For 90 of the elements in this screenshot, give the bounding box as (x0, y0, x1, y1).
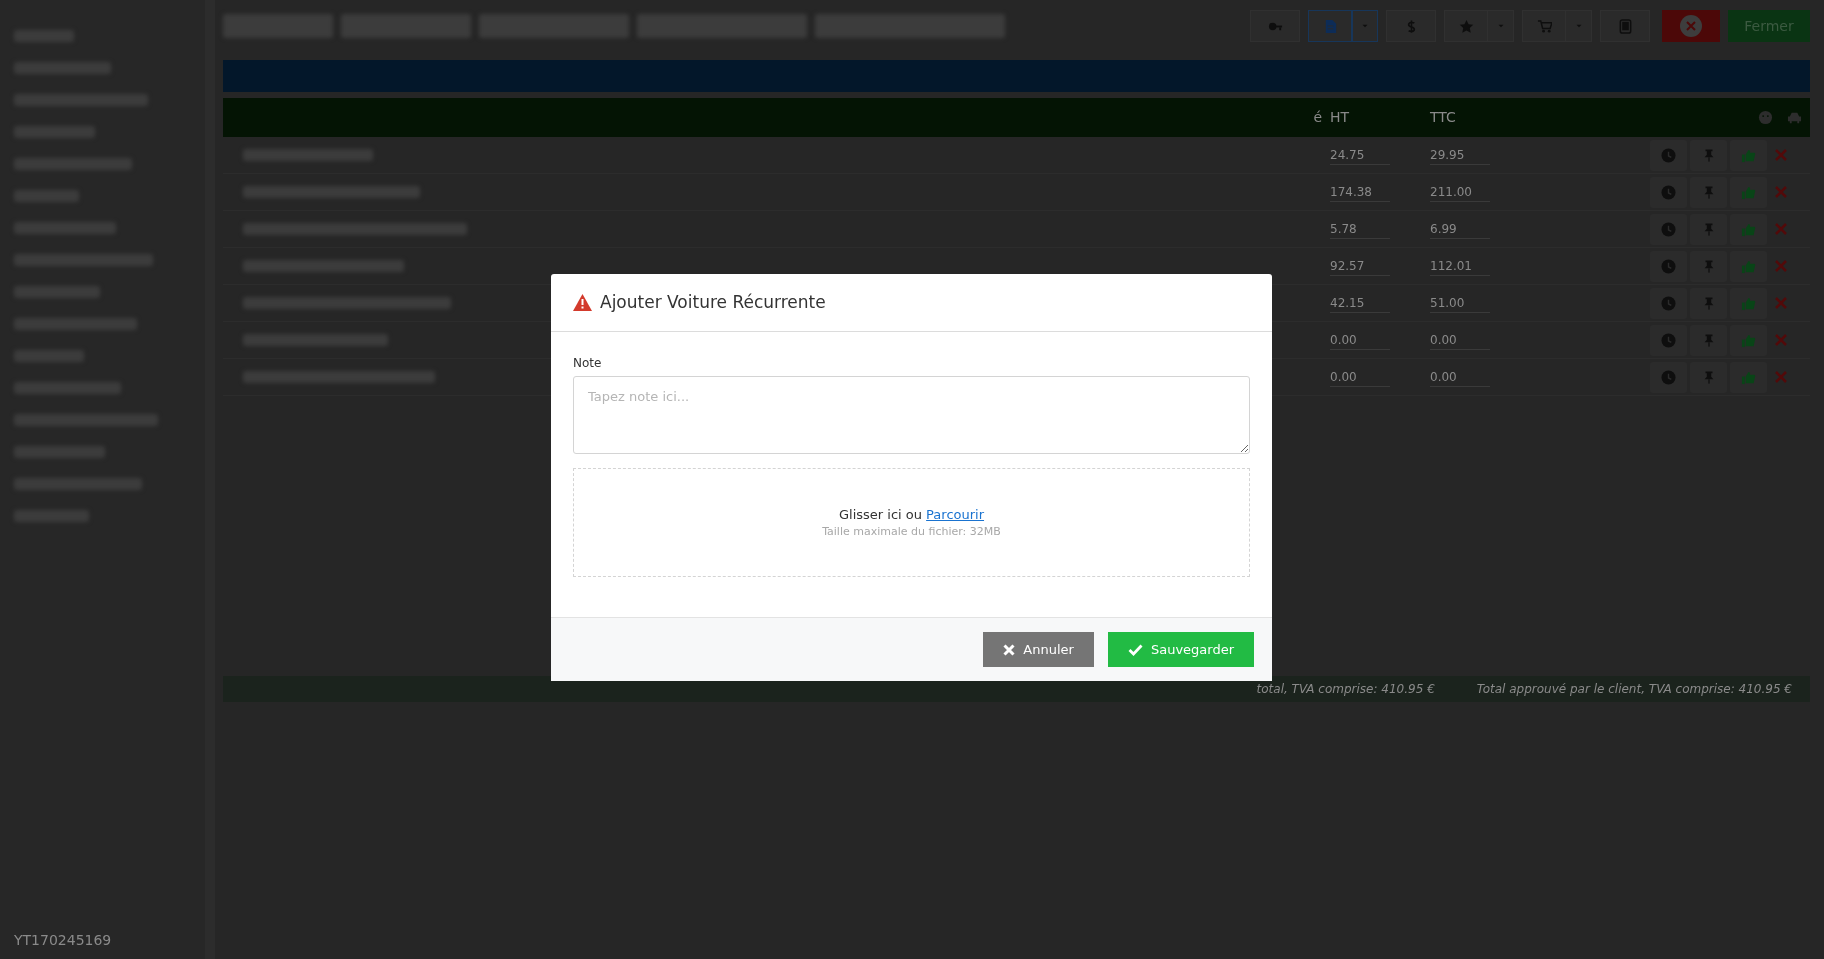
warning-icon (573, 294, 592, 311)
approve-button[interactable] (1730, 287, 1767, 319)
file-size-hint: Taille maximale du fichier: 32MB (822, 524, 1001, 540)
clock-icon (1661, 221, 1676, 237)
toolbar-button[interactable] (1308, 10, 1352, 42)
car-icon (1787, 110, 1802, 125)
thumbs-up-icon (1741, 295, 1756, 311)
toolbar-button[interactable] (1250, 10, 1300, 42)
thumbs-up-icon (1741, 369, 1756, 385)
approve-button[interactable] (1730, 213, 1767, 245)
column-header: é (1313, 108, 1323, 127)
toolbar-button[interactable] (1600, 10, 1650, 42)
smiley-icon (1758, 110, 1773, 125)
check-icon (1127, 643, 1143, 656)
history-button[interactable] (1650, 250, 1687, 282)
price-field: 24.75 (1330, 145, 1390, 165)
toolbar-button[interactable] (1386, 10, 1436, 42)
close-icon (1775, 371, 1787, 383)
save-button[interactable]: Sauvegarder (1107, 632, 1254, 667)
thumbs-up-icon (1741, 258, 1756, 274)
total-text: Total approuvé par le client, TVA comprise: 410.95 € (1476, 681, 1792, 698)
approve-button[interactable] (1730, 139, 1767, 171)
toolbar-button[interactable] (1522, 10, 1566, 42)
thumbs-up-icon (1741, 332, 1756, 348)
toolbar-button[interactable] (1444, 10, 1488, 42)
approve-button[interactable] (1730, 176, 1767, 208)
price-field: 42.15 (1330, 293, 1390, 313)
column-header: HT (1330, 108, 1351, 127)
pin-button[interactable] (1690, 250, 1727, 282)
total-text: total, TVA comprise: 410.95 € (1256, 681, 1435, 698)
dropdown-toggle-button[interactable] (1566, 10, 1592, 42)
history-button[interactable] (1650, 213, 1687, 245)
tablet-icon (1617, 18, 1633, 34)
thumbs-up-icon (1741, 221, 1756, 237)
dropdown-toggle-button[interactable] (1488, 10, 1514, 42)
field-label: Note (573, 355, 602, 372)
close-icon (1775, 186, 1787, 198)
modal-title: Ajouter Voiture Récurrente (600, 292, 826, 313)
price-field: 92.57 (1330, 256, 1390, 276)
star-icon (1458, 18, 1474, 34)
note-field[interactable]: Tapez note ici... (573, 376, 1250, 454)
cart-icon (1536, 18, 1552, 34)
drop-zone-text: Glisser ici ou Parcourir (838, 505, 985, 524)
clock-icon (1661, 295, 1676, 311)
history-button[interactable] (1650, 287, 1687, 319)
clock-icon (1661, 369, 1676, 385)
price-field: 0.00 (1430, 330, 1490, 350)
pin-button[interactable] (1690, 213, 1727, 245)
pin-button[interactable] (1690, 139, 1727, 171)
clock-icon (1661, 332, 1676, 348)
price-field: 0.00 (1330, 330, 1390, 350)
price-field: 51.00 (1430, 293, 1490, 313)
dropdown-toggle-button[interactable] (1352, 10, 1378, 42)
column-header: TTC (1430, 108, 1457, 127)
close-icon (1775, 149, 1787, 161)
pin-button[interactable] (1690, 176, 1727, 208)
pin-button[interactable] (1690, 287, 1727, 319)
close-icon (1775, 334, 1787, 346)
close-icon (1003, 643, 1016, 656)
close-circle-icon (1680, 15, 1702, 37)
file-drop-zone[interactable]: Glisser ici ou Parcourir Taille maximale du fichier: 32MB (573, 468, 1250, 577)
cancel-button[interactable]: Annuler (983, 632, 1094, 667)
pin-button[interactable] (1690, 361, 1727, 393)
approve-button[interactable] (1730, 324, 1767, 356)
price-field: 29.95 (1430, 145, 1490, 165)
sidebar-footer-text: YT170245169 (14, 931, 113, 950)
price-field: 0.00 (1430, 367, 1490, 387)
price-field: 6.99 (1430, 219, 1490, 239)
cancel-button[interactable] (1662, 10, 1720, 42)
browse-link[interactable]: Parcourir (926, 506, 985, 522)
history-button[interactable] (1650, 361, 1687, 393)
clock-icon (1661, 184, 1676, 200)
clock-icon (1661, 258, 1676, 274)
approve-button[interactable] (1730, 361, 1767, 393)
close-icon (1775, 297, 1787, 309)
close-icon (1775, 260, 1787, 272)
price-field: 174.38 (1330, 182, 1390, 202)
price-field: 112.01 (1430, 256, 1490, 276)
thumbs-up-icon (1741, 147, 1756, 163)
price-field: 5.78 (1330, 219, 1390, 239)
close-icon (1775, 223, 1787, 235)
history-button[interactable] (1650, 176, 1687, 208)
pin-button[interactable] (1690, 324, 1727, 356)
clock-icon (1661, 147, 1676, 163)
price-field: 0.00 (1330, 367, 1390, 387)
approve-button[interactable] (1730, 250, 1767, 282)
history-button[interactable] (1650, 139, 1687, 171)
history-button[interactable] (1650, 324, 1687, 356)
thumbs-up-icon (1741, 184, 1756, 200)
price-field: 211.00 (1430, 182, 1490, 202)
